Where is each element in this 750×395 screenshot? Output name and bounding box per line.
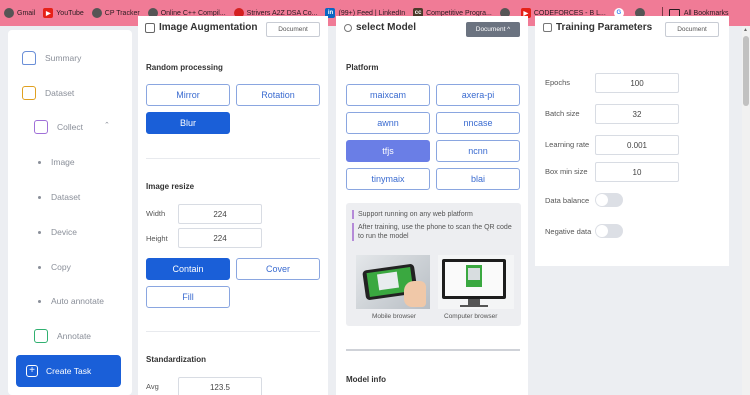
bullet-icon	[38, 230, 41, 234]
sidebar: Summary Dataset Collect ⌃ Image Dataset …	[8, 30, 132, 395]
image-augmentation-panel: Image Augmentation Document Random proce…	[138, 16, 328, 395]
platform-blai[interactable]: blai	[436, 168, 520, 190]
toggle-knob	[596, 225, 608, 237]
mirror-button[interactable]: Mirror	[146, 84, 230, 106]
data-balance-label: Data balance	[545, 196, 590, 205]
page-scrollbar[interactable]: ▲	[742, 26, 750, 395]
epochs-input[interactable]: 100	[595, 73, 679, 93]
augmentation-document-button[interactable]: Document	[266, 22, 320, 37]
bookmark-youtube[interactable]: ▶ YouTube	[43, 8, 84, 18]
platform-awnn[interactable]: awnn	[346, 112, 430, 134]
learning-rate-input[interactable]: 0.001	[595, 135, 679, 155]
sidebar-sub-image[interactable]: Image	[38, 157, 75, 167]
avg-label: Avg	[146, 382, 159, 391]
bookmark-cp-tracker[interactable]: CP Tracker	[91, 8, 140, 18]
avg-input[interactable]: 123.5	[178, 377, 262, 395]
sidebar-sub-copy[interactable]: Copy	[38, 262, 71, 272]
box-min-size-label: Box min size	[545, 167, 588, 176]
contain-button[interactable]: Contain	[146, 258, 230, 280]
standardization-title: Standardization	[146, 355, 207, 364]
bullet-icon	[38, 299, 41, 303]
platform-maixcam[interactable]: maixcam	[346, 84, 430, 106]
negative-data-label: Negative data	[545, 227, 592, 236]
batch-size-input[interactable]: 32	[595, 104, 679, 124]
image-icon	[145, 22, 155, 33]
create-task-button[interactable]: + Create Task	[16, 355, 121, 387]
home-icon	[22, 51, 36, 65]
height-input[interactable]: 224	[178, 228, 262, 248]
scroll-thumb[interactable]	[743, 36, 749, 106]
platform-ncnn[interactable]: ncnn	[436, 140, 520, 162]
negative-data-toggle[interactable]	[595, 224, 623, 238]
sidebar-item-annotate[interactable]: Annotate	[34, 329, 91, 343]
platform-title: Platform	[346, 63, 379, 72]
collect-icon	[34, 120, 48, 134]
sidebar-item-collect[interactable]: Collect ⌃	[34, 120, 114, 134]
platform-nncase[interactable]: nncase	[436, 112, 520, 134]
platform-info-box: Support running on any web platform Afte…	[346, 203, 521, 326]
mobile-browser-image	[356, 255, 430, 309]
toggle-knob	[596, 194, 608, 206]
model-info-title: Model info	[346, 375, 386, 384]
globe-icon	[91, 8, 102, 18]
bookmark-gmail[interactable]: Gmail	[4, 8, 35, 18]
select-model-panel: select Model Document ^ Platform maixcam…	[336, 16, 528, 395]
augmentation-title: Image Augmentation	[145, 22, 258, 33]
info-support-text: Support running on any web platform	[352, 210, 512, 219]
random-processing-title: Random processing	[146, 63, 223, 72]
cover-button[interactable]: Cover	[236, 258, 320, 280]
image-resize-title: Image resize	[146, 182, 195, 191]
chevron-up-icon: ⌃	[104, 122, 110, 129]
platform-axera-pi[interactable]: axera-pi	[436, 84, 520, 106]
plus-icon: +	[26, 365, 38, 377]
computer-browser-caption: Computer browser	[444, 313, 498, 320]
fill-button[interactable]: Fill	[146, 286, 230, 308]
width-input[interactable]: 224	[178, 204, 262, 224]
box-min-size-input[interactable]: 10	[595, 162, 679, 182]
batch-size-label: Batch size	[545, 109, 580, 118]
sidebar-sub-dataset[interactable]: Dataset	[38, 192, 80, 202]
sidebar-sub-auto-annotate[interactable]: Auto annotate	[38, 296, 104, 306]
bullet-icon	[38, 160, 41, 164]
settings-icon	[543, 23, 552, 32]
sidebar-item-dataset[interactable]: Dataset	[22, 86, 74, 100]
height-label: Height	[146, 234, 168, 243]
training-document-button[interactable]: Document	[665, 22, 719, 37]
width-label: Width	[146, 209, 166, 218]
sidebar-sub-device[interactable]: Device	[38, 227, 77, 237]
mobile-browser-caption: Mobile browser	[372, 313, 417, 320]
computer-browser-image	[438, 255, 514, 309]
section-divider	[346, 349, 520, 351]
training-parameters-panel: Training Parameters Document Epochs 100 …	[535, 16, 729, 266]
bullet-icon	[38, 265, 41, 269]
training-title: Training Parameters	[543, 22, 652, 33]
globe-icon	[4, 8, 14, 18]
select-model-title: select Model	[344, 22, 416, 33]
document-icon	[22, 86, 36, 100]
model-icon	[344, 23, 352, 32]
section-divider	[146, 331, 320, 332]
blur-button[interactable]: Blur	[146, 112, 230, 134]
rotation-button[interactable]: Rotation	[236, 84, 320, 106]
bullet-icon	[38, 195, 41, 199]
data-balance-toggle[interactable]	[595, 193, 623, 207]
platform-tfjs[interactable]: tfjs	[346, 140, 430, 162]
sidebar-item-summary[interactable]: Summary	[22, 51, 81, 65]
annotate-icon	[34, 329, 48, 343]
platform-tinymaix[interactable]: tinymaix	[346, 168, 430, 190]
scroll-up-icon[interactable]: ▲	[743, 27, 748, 33]
section-divider	[146, 158, 320, 159]
info-qr-text: After training, use the phone to scan th…	[352, 223, 512, 241]
learning-rate-label: Learning rate	[545, 140, 590, 149]
epochs-label: Epochs	[545, 78, 571, 87]
model-document-button[interactable]: Document ^	[466, 22, 520, 37]
youtube-icon: ▶	[43, 8, 54, 18]
